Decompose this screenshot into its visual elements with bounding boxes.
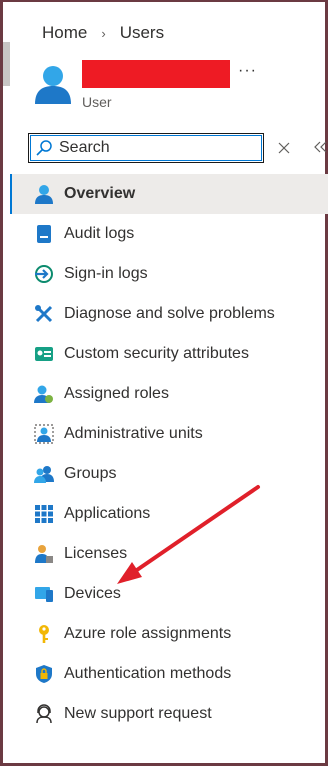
clear-search-button[interactable] [276,138,292,156]
groups-icon [34,466,54,483]
nav-item-new-support-request[interactable]: New support request [10,694,328,734]
resource-menu: Overview Audit logs Sign-in logs Diagnos… [10,174,328,734]
support-icon [36,704,52,724]
breadcrumb: Home › Users [42,22,164,44]
devices-icon [35,587,53,602]
nav-label: Custom security attributes [64,345,249,362]
nav-label: Applications [64,505,151,522]
nav-label: New support request [64,705,212,722]
nav-item-assigned-roles[interactable]: Assigned roles [10,374,328,414]
nav-label: Licenses [64,545,128,562]
nav-item-audit-logs[interactable]: Audit logs [10,214,328,254]
sign-in-icon [35,265,53,283]
nav-item-admin-units[interactable]: Administrative units [10,414,328,454]
user-icon [35,185,53,204]
nav-item-licenses[interactable]: Licenses [10,534,328,574]
nav-item-devices[interactable]: Devices [10,574,328,614]
licenses-icon [35,545,53,563]
admin-units-icon [34,424,54,444]
nav-item-authentication-methods[interactable]: Authentication methods [10,654,328,694]
scroll-edge [3,42,10,86]
nav-item-applications[interactable]: Applications [10,494,328,534]
nav-label: Overview [64,185,136,202]
nav-label: Devices [64,585,121,602]
audit-log-icon [37,225,51,243]
nav-item-groups[interactable]: Groups [10,454,328,494]
nav-item-overview[interactable]: Overview [10,174,328,214]
key-icon [39,625,49,643]
nav-item-custom-security[interactable]: Custom security attributes [10,334,328,374]
user-avatar-icon [35,66,71,104]
nav-label: Audit logs [64,225,135,242]
breadcrumb-home[interactable]: Home [42,23,87,43]
user-name-redacted [82,60,230,88]
nav-label: Sign-in logs [64,265,148,282]
search-box[interactable] [28,133,264,163]
nav-item-sign-in-logs[interactable]: Sign-in logs [10,254,328,294]
nav-item-azure-role-assignments[interactable]: Azure role assignments [10,614,328,654]
security-attributes-icon [35,347,53,361]
nav-item-diagnose[interactable]: Diagnose and solve problems [10,294,328,334]
search-input[interactable] [57,139,249,157]
nav-label: Authentication methods [64,665,232,682]
nav-label: Groups [64,465,117,482]
search-icon [35,137,57,159]
applications-icon [35,505,53,523]
wrench-icon [35,305,53,323]
assigned-roles-icon [34,385,53,403]
nav-label: Diagnose and solve problems [64,305,275,322]
breadcrumb-separator: › [101,25,106,41]
nav-label: Administrative units [64,425,203,442]
shield-lock-icon [36,665,52,683]
nav-label: Assigned roles [64,385,169,402]
breadcrumb-users[interactable]: Users [120,23,164,43]
nav-label: Azure role assignments [64,625,232,642]
user-role: User [82,94,112,110]
more-options-button[interactable]: ··· [238,62,257,80]
collapse-menu-button[interactable] [312,138,328,156]
